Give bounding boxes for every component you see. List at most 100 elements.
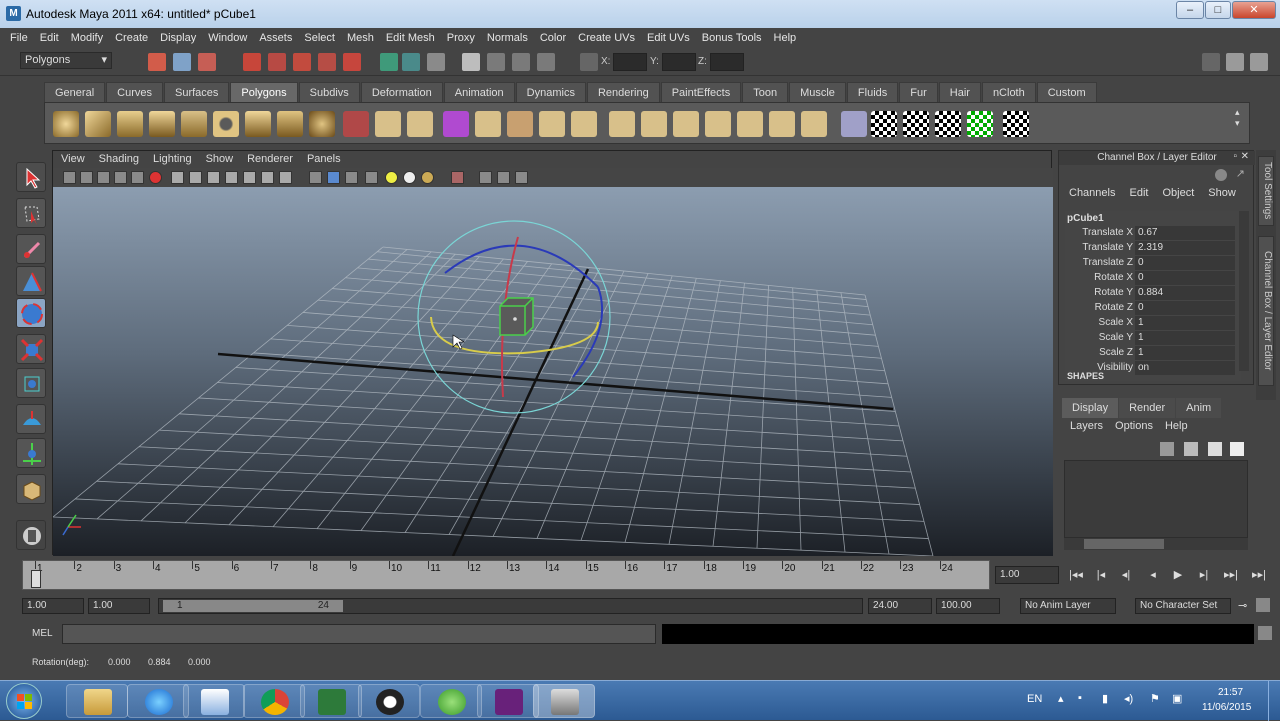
poly-cone-icon[interactable]: [149, 111, 175, 137]
edit-arrow-icon[interactable]: ↗: [1236, 167, 1245, 180]
taskbar-remote[interactable]: [183, 684, 245, 718]
channel-row[interactable]: Rotate Z0: [1065, 301, 1241, 316]
channel-value[interactable]: 0.884: [1135, 286, 1235, 300]
minimize-button[interactable]: –: [1176, 1, 1204, 19]
append-polygon-icon[interactable]: [539, 111, 565, 137]
channel-value[interactable]: 1: [1135, 346, 1235, 360]
shelf-tab-dynamics[interactable]: Dynamics: [515, 82, 586, 102]
offset-edge-loop-icon[interactable]: [641, 111, 667, 137]
shelf-tab-painteffects[interactable]: PaintEffects: [660, 82, 742, 102]
spherical-mapping-icon[interactable]: [903, 111, 929, 137]
channel-box-toggle-icon[interactable]: [1250, 53, 1268, 71]
safe-action-icon[interactable]: [261, 171, 274, 184]
taskbar-ie[interactable]: [127, 684, 189, 718]
all-lights-icon[interactable]: [403, 171, 416, 184]
command-input[interactable]: [62, 624, 656, 644]
channel-name[interactable]: Rotate Z: [1053, 302, 1133, 313]
anim-layer-dropdown[interactable]: No Anim Layer: [1020, 598, 1116, 614]
mel-label[interactable]: MEL: [32, 628, 53, 639]
taskbar-visual-studio[interactable]: [477, 684, 539, 718]
poly-cube-icon[interactable]: [85, 111, 111, 137]
render-view-icon[interactable]: [462, 53, 480, 71]
menu-help[interactable]: Help: [774, 32, 797, 44]
shelf-tab-hair[interactable]: Hair: [938, 82, 981, 102]
layer-tab-anim[interactable]: Anim: [1176, 398, 1222, 418]
menu-window[interactable]: Window: [208, 32, 247, 44]
poly-helix-icon[interactable]: [309, 111, 335, 137]
uv-layout-icon[interactable]: [967, 111, 993, 137]
channel-row[interactable]: Scale Y1: [1065, 331, 1241, 346]
z-field[interactable]: [710, 53, 744, 71]
construction-history-icon[interactable]: [427, 53, 445, 71]
character-set-dropdown[interactable]: No Character Set: [1135, 598, 1231, 614]
shelf-tab-general[interactable]: General: [44, 82, 106, 102]
history-icon[interactable]: [380, 53, 398, 71]
animation-end-field[interactable]: 100.00: [936, 598, 1000, 614]
menu-assets[interactable]: Assets: [259, 32, 292, 44]
new-layer-icon[interactable]: [1208, 442, 1222, 456]
universal-manipulator-icon[interactable]: [16, 368, 46, 398]
safe-title-icon[interactable]: [279, 171, 292, 184]
xray-icon[interactable]: [451, 171, 464, 184]
channel-value[interactable]: 0.67: [1135, 226, 1235, 240]
toggle-sidebar-icon[interactable]: [1202, 53, 1220, 71]
cb-menu-channels[interactable]: Channels: [1069, 187, 1115, 205]
snap-curve-icon[interactable]: [268, 53, 286, 71]
taskbar-utorrent[interactable]: [420, 684, 482, 718]
shelf-tab-muscle[interactable]: Muscle: [789, 82, 846, 102]
layer-tab-render[interactable]: Render: [1119, 398, 1176, 418]
vp-menu-lighting[interactable]: Lighting: [153, 153, 192, 165]
panel-close-icon[interactable]: ✕: [1241, 151, 1249, 162]
cb-menu-show[interactable]: Show: [1208, 187, 1236, 205]
volume-icon[interactable]: ◂): [1124, 692, 1133, 705]
taskbar-explorer[interactable]: [66, 684, 128, 718]
layer-menu-layers[interactable]: Layers: [1070, 420, 1103, 432]
cylindrical-mapping-icon[interactable]: [871, 111, 897, 137]
select-component-icon[interactable]: [198, 53, 216, 71]
image-plane-icon[interactable]: [114, 171, 127, 184]
channel-value[interactable]: 1: [1135, 331, 1235, 345]
shelf-tab-animation[interactable]: Animation: [443, 82, 515, 102]
paint-select-tool-icon[interactable]: [16, 234, 46, 264]
wedge-face-icon[interactable]: [705, 111, 731, 137]
menu-modify[interactable]: Modify: [71, 32, 103, 44]
rotate-tool-icon[interactable]: [16, 298, 46, 328]
channel-value[interactable]: on: [1135, 361, 1235, 375]
smooth-icon[interactable]: [407, 111, 433, 137]
textured-icon[interactable]: [365, 171, 378, 184]
move-layer-down-icon[interactable]: [1184, 442, 1198, 456]
menu-create-uvs[interactable]: Create UVs: [578, 32, 635, 44]
grid-toggle-icon[interactable]: [171, 171, 184, 184]
bridge-icon[interactable]: [507, 111, 533, 137]
taskbar-unreal[interactable]: [358, 684, 420, 718]
automatic-mapping-icon[interactable]: [935, 111, 961, 137]
playback-end-field[interactable]: 24.00: [868, 598, 932, 614]
default-lighting-icon[interactable]: [385, 171, 398, 184]
menu-edit[interactable]: Edit: [40, 32, 59, 44]
vp-menu-shading[interactable]: Shading: [99, 153, 139, 165]
two-d-pan-icon[interactable]: [131, 171, 144, 184]
cb-menu-edit[interactable]: Edit: [1129, 187, 1148, 205]
render-current-icon[interactable]: [487, 53, 505, 71]
layer-scrollbar[interactable]: [1064, 538, 1248, 550]
insert-edge-loop-icon[interactable]: [609, 111, 635, 137]
shelf-tab-surfaces[interactable]: Surfaces: [163, 82, 230, 102]
animation-start-field[interactable]: 1.00: [22, 598, 84, 614]
field-chart-icon[interactable]: [243, 171, 256, 184]
animation-prefs-icon[interactable]: [1256, 598, 1270, 612]
shelf-tab-toon[interactable]: Toon: [742, 82, 789, 102]
camera-attr-icon[interactable]: [80, 171, 93, 184]
menu-edit-uvs[interactable]: Edit UVs: [647, 32, 690, 44]
viewport-3d-scene[interactable]: [52, 187, 1053, 557]
object-name[interactable]: pCube1: [1067, 213, 1104, 224]
clock-time[interactable]: 21:57: [1218, 687, 1243, 698]
high-quality-icon[interactable]: [497, 171, 510, 184]
transform-input-icon[interactable]: [580, 53, 598, 71]
tool-settings-tab[interactable]: Tool Settings: [1258, 156, 1274, 226]
taskbar-maya[interactable]: [533, 684, 595, 718]
channel-scrollbar[interactable]: [1239, 211, 1249, 371]
close-button[interactable]: ✕: [1232, 1, 1276, 19]
scale-tool-icon[interactable]: [16, 334, 46, 364]
cb-menu-object[interactable]: Object: [1162, 187, 1194, 205]
action-center-icon[interactable]: ⚑: [1150, 692, 1160, 705]
